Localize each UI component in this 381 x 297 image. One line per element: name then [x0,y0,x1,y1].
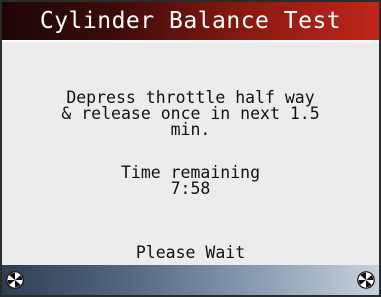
footer-bar [2,265,379,295]
navigation-ball-icon[interactable] [6,271,24,289]
scan-tool-screen: Cylinder Balance Test Depress throttle h… [0,0,381,297]
status-message: Please Wait [135,243,246,262]
timer-block: Time remaining 7:58 [2,164,379,198]
screen-title: Cylinder Balance Test [2,2,379,40]
timer-value: 7:58 [170,179,211,198]
content-area: Depress throttle half way & release once… [2,42,379,265]
instruction-line: min. [170,120,211,139]
navigation-ball-icon[interactable] [357,271,375,289]
instruction-text: Depress throttle half way & release once… [2,89,379,139]
